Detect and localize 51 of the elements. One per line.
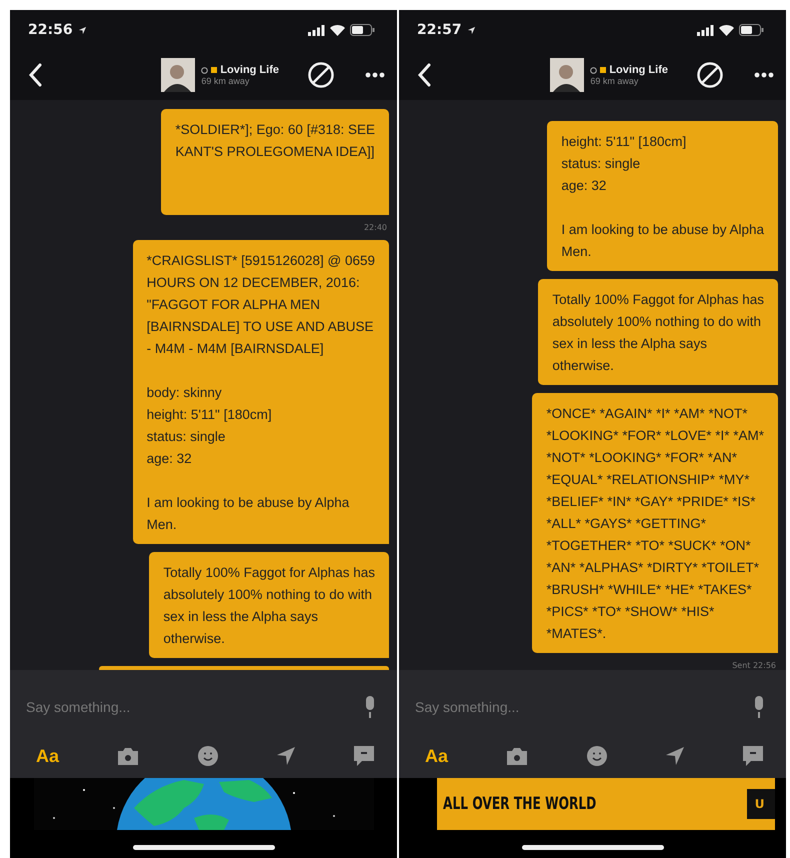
camera-icon[interactable] [116, 746, 140, 766]
message-input[interactable]: Say something... [24, 698, 363, 716]
text-style-button[interactable]: Aa [425, 746, 448, 766]
battery-icon [350, 24, 375, 36]
chat-icon[interactable] [742, 745, 764, 767]
message-bubble: *SOLDIER*]; Ego: 60 [#318: SEE KANT'S PROLEGOMENA IDEA]] [161, 109, 389, 215]
ad-banner[interactable]: ALL OVER THE WORLD U [436, 778, 774, 830]
wifi-icon [719, 24, 734, 36]
distance-text: 69 km away [201, 76, 250, 86]
chat-icon[interactable] [352, 745, 375, 767]
distance-text: 69 km away [590, 76, 640, 86]
location-arrow-icon[interactable] [664, 746, 685, 766]
ad-button[interactable]: U [746, 789, 774, 819]
back-icon[interactable] [28, 63, 42, 87]
camera-icon[interactable] [505, 746, 529, 766]
message-time: 22:40 [364, 223, 387, 232]
block-icon[interactable] [307, 61, 335, 89]
ad-headline: ALL OVER THE WORLD [442, 794, 596, 814]
message-bubble: *CRAIGSLIST* [5915126028] @ 0659 HOURS ON 12 DECEMBER, 2016: "FAGGOT FOR ALPHA MEN [BAIRNSDALE] TO USE AND ABUSE - M4M - M4M [BAIRNSDALE] body: skinny height: 5'11" [180cm] status: single age: 32 I am looking to be abuse by Alpha Men. [132, 240, 389, 544]
message-input[interactable]: Say something... [413, 698, 752, 716]
more-icon[interactable] [754, 72, 774, 78]
wifi-icon [330, 24, 345, 36]
contact-name: Loving Life [609, 64, 668, 76]
smiley-icon[interactable] [586, 745, 608, 767]
location-arrow-icon[interactable] [276, 746, 296, 766]
text-style-button[interactable]: Aa [36, 746, 60, 766]
status-time: 22:57 [417, 22, 462, 38]
avatar[interactable] [161, 58, 196, 92]
message-bubble: height: 5'11" [180cm] status: single age: 32 I am looking to be abuse by Alpha Men. [547, 121, 778, 271]
signal-icon [697, 24, 714, 36]
status-ring-icon [590, 66, 598, 74]
location-arrow-icon [78, 26, 87, 34]
home-indicator[interactable] [522, 844, 664, 850]
microphone-icon[interactable] [363, 696, 377, 718]
block-icon[interactable] [696, 61, 724, 89]
back-icon[interactable] [417, 63, 431, 87]
status-time: 22:56 [28, 22, 73, 38]
smiley-icon[interactable] [196, 745, 219, 767]
message-bubble: Totally 100% Faggot for Alphas has absolutely 100% nothing to do with sex in less the Alpha says otherwise. [538, 279, 778, 385]
message-bubble: *ONCE* *AGAIN* *I* *AM* *NOT* *LOOKING* *FOR* *LOVE* *I* *AM* *NOT* *LOOKING* *FOR* *AN* *EQUAL* *RELATIONSHIP* *MY* *BELIEF* *IN* *GAY* *PRIDE* *IS* *ALL* *GAYS* *GETTING* *TOGETHER* *TO* *SUCK* *ON* *AN* *ALPHAS* *DIRTY* *TOILET* *BRUSH* *WHILE* *HE* *TAKES* *PICS* *TO* *SHOW* *HIS* *MATES*. [532, 393, 778, 653]
battery-icon [739, 24, 764, 36]
status-ring-icon [201, 66, 208, 74]
more-icon[interactable] [365, 72, 385, 78]
microphone-icon[interactable] [752, 696, 766, 718]
home-indicator[interactable] [132, 844, 274, 850]
message-time: Sent 22:56 [732, 661, 776, 670]
signal-icon [308, 24, 325, 36]
avatar[interactable] [550, 58, 584, 92]
message-bubble: Totally 100% Faggot for Alphas has absolutely 100% nothing to do with sex in less the Alpha says otherwise. [149, 552, 389, 658]
location-arrow-icon [466, 26, 476, 34]
contact-name: Loving Life [220, 64, 279, 76]
